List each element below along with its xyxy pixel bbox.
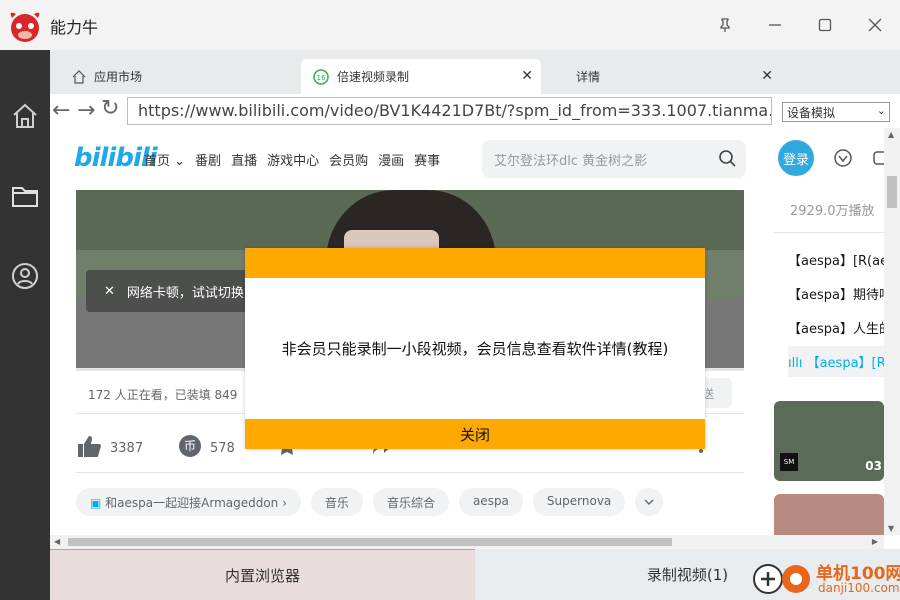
device-mode-value: 设备模拟	[787, 106, 836, 120]
user-icon[interactable]	[9, 260, 41, 292]
scrollbar-thumb[interactable]	[68, 538, 672, 546]
app-title: 能力牛	[50, 18, 99, 37]
nav-manga[interactable]: 漫画	[378, 150, 404, 169]
builtin-browser-tab[interactable]: 内置浏览器	[50, 549, 475, 600]
svg-text:币: 币	[184, 439, 196, 453]
watermark-logo-icon	[753, 564, 810, 594]
back-arrow-icon[interactable]: ←	[52, 98, 70, 123]
svg-text:16: 16	[317, 74, 326, 82]
tag-item[interactable]: aespa	[458, 488, 523, 516]
divider	[76, 472, 744, 473]
login-button[interactable]: 登录	[778, 140, 814, 176]
tab-speed-record[interactable]: 16 倍速视频录制 ✕	[301, 59, 541, 94]
dislike-button[interactable]: 币 578	[178, 434, 235, 462]
maximize-button[interactable]	[813, 13, 837, 37]
recommend-thumbnail[interactable]	[774, 494, 884, 535]
like-button[interactable]: 3387	[76, 434, 143, 462]
minimize-button[interactable]	[763, 13, 787, 37]
tab-label: 倍速视频录制	[337, 70, 410, 84]
vip-icon[interactable]	[833, 148, 853, 168]
topic-icon: ▣	[90, 496, 102, 510]
folder-icon[interactable]	[9, 180, 41, 212]
playlist-item-active[interactable]: ıllı 【aespa】[R	[788, 346, 884, 377]
member-limit-dialog: 非会员只能录制一小段视频，会员信息查看软件详情(教程) 关闭	[245, 248, 705, 449]
forward-arrow-icon[interactable]: →	[77, 98, 95, 123]
recommend-thumbnail[interactable]: SM 03	[774, 401, 884, 481]
nav-home[interactable]: 首页 ⌄	[144, 150, 185, 169]
url-input[interactable]: https://www.bilibili.com/video/BV1K4421D…	[127, 97, 772, 125]
chevron-down-icon: ⌄	[876, 104, 886, 117]
right-column: 2929.0万播放 【aespa】[R(ae 【aespa】期待吗 【aespa…	[774, 190, 884, 535]
tag-item[interactable]: Supernova	[532, 488, 626, 516]
playlist-item[interactable]: 【aespa】[R(ae	[788, 250, 884, 269]
watermark-domain: danji100.com	[818, 581, 900, 595]
playing-icon: ıllı	[788, 356, 803, 371]
device-mode-select[interactable]: 设备模拟 ⌄	[782, 102, 890, 122]
app-logo-icon	[6, 6, 44, 44]
like-count: 3387	[110, 440, 144, 456]
pin-icon[interactable]	[713, 13, 737, 37]
dislike-count: 578	[210, 440, 235, 456]
search-icon[interactable]	[718, 149, 736, 171]
search-input[interactable]: 艾尔登法环dlc 黄金树之影	[482, 140, 746, 178]
tab-label: 详情	[576, 70, 601, 84]
address-bar-row: ← → ↻ https://www.bilibili.com/video/BV1…	[50, 94, 900, 128]
dialog-close-button[interactable]: 关闭	[245, 419, 705, 449]
message-icon[interactable]	[872, 148, 884, 168]
nav-games[interactable]: 游戏中心	[267, 150, 319, 169]
tab-app-market[interactable]: 应用市场	[72, 59, 292, 94]
tag-item[interactable]: 音乐综合	[372, 488, 449, 516]
home-icon	[72, 69, 86, 84]
tab-bar: 应用市场 16 倍速视频录制 ✕ 详情 ✕	[50, 50, 900, 94]
home-icon[interactable]	[9, 100, 41, 132]
dialog-header	[245, 248, 705, 278]
nav-shop[interactable]: 会员购	[329, 150, 368, 169]
divider	[774, 232, 884, 233]
tab-details[interactable]: 详情 ✕	[541, 59, 781, 94]
playlist-item[interactable]: 【aespa】期待吗	[788, 284, 884, 303]
nav-anime[interactable]: 番剧	[195, 150, 221, 169]
speed-icon: 16	[313, 68, 329, 85]
nav-esports[interactable]: 赛事	[414, 150, 440, 169]
title-bar: 能力牛	[0, 0, 900, 50]
bilibili-nav: 首页 ⌄ 番剧 直播 游戏中心 会员购 漫画 赛事	[144, 150, 440, 169]
scroll-left-icon[interactable]: ◀	[54, 537, 60, 546]
thumb-duration: 03	[865, 459, 882, 473]
coin-icon: 币	[178, 434, 202, 462]
left-sidebar	[0, 50, 50, 600]
close-window-button[interactable]	[863, 13, 887, 37]
vertical-scrollbar[interactable]: ▲ ▼	[884, 128, 900, 535]
chevron-down-icon[interactable]	[635, 488, 664, 516]
network-toast: ✕ 网络卡顿，试试切换	[86, 270, 256, 312]
viewer-count: 172 人正在看，已装填 849	[88, 388, 238, 402]
horizontal-scrollbar[interactable]: ◀ ▶	[50, 535, 884, 549]
smtown-logo: SM	[780, 453, 798, 471]
tab-label: 应用市场	[94, 70, 143, 84]
play-count: 2929.0万播放	[790, 204, 875, 219]
tag-list: ▣ 和aespa一起迎接Armageddon › 音乐 音乐综合 aespa S…	[76, 488, 664, 516]
close-tab-icon[interactable]: ✕	[761, 68, 773, 84]
playlist-item[interactable]: 【aespa】人生的	[788, 318, 884, 337]
scrollbar-thumb[interactable]	[887, 176, 897, 208]
thumbs-up-icon	[76, 434, 102, 462]
toast-text: 网络卡顿，试试切换	[126, 285, 244, 301]
tag-topic[interactable]: ▣ 和aespa一起迎接Armageddon ›	[76, 488, 301, 516]
close-tab-icon[interactable]: ✕	[521, 68, 533, 84]
tag-item[interactable]: 音乐	[310, 488, 363, 516]
nav-live[interactable]: 直播	[231, 150, 257, 169]
dialog-message: 非会员只能录制一小段视频，会员信息查看软件详情(教程)	[281, 340, 669, 358]
watermark: 单机100网 danji100.com	[752, 559, 900, 599]
bilibili-header: bilibili 首页 ⌄ 番剧 直播 游戏中心 会员购 漫画 赛事 艾尔登法环…	[50, 128, 884, 190]
scroll-up-icon[interactable]: ▲	[888, 130, 894, 139]
scroll-right-icon[interactable]: ▶	[872, 537, 878, 546]
close-icon[interactable]: ✕	[104, 284, 115, 299]
scroll-down-icon[interactable]: ▼	[888, 524, 894, 533]
search-placeholder: 艾尔登法环dlc 黄金树之影	[494, 154, 648, 169]
refresh-icon[interactable]: ↻	[101, 96, 119, 121]
